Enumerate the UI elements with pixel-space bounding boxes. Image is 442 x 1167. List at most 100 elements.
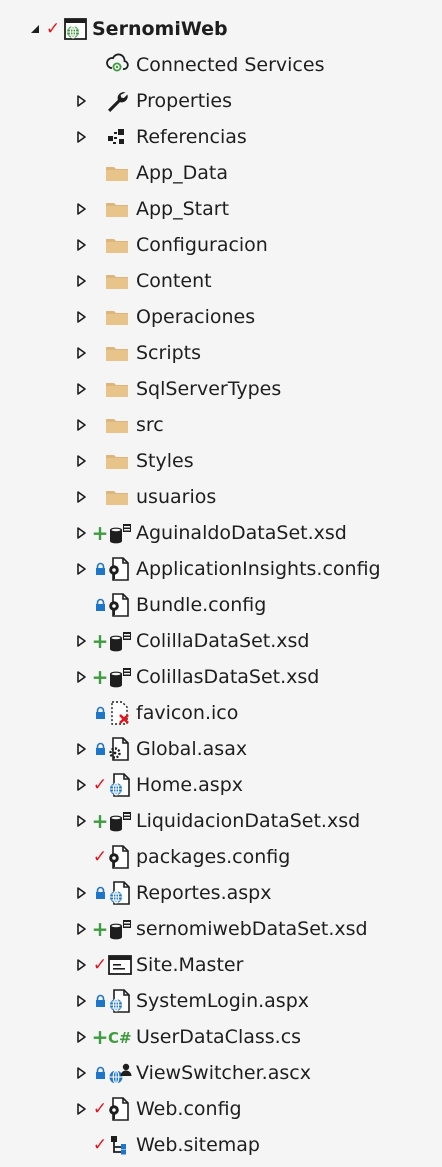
expand-arrow-icon[interactable] — [74, 919, 88, 939]
expand-arrow-icon[interactable] — [74, 271, 88, 291]
tree-item-label: ColillasDataSet.xsd — [136, 666, 320, 688]
collapse-arrow-icon[interactable] — [28, 19, 42, 39]
missing-file-icon — [107, 700, 133, 726]
tree-item-web-config[interactable]: ✓ Web.config — [0, 1091, 442, 1127]
expand-arrow-icon[interactable] — [74, 199, 88, 219]
tree-item-systemlogin-aspx[interactable]: SystemLogin.aspx — [0, 983, 442, 1019]
tree-item-label: usuarios — [136, 486, 217, 508]
web-project-icon — [62, 16, 88, 42]
web-page-icon — [107, 772, 133, 798]
expand-arrow-icon[interactable] — [74, 991, 88, 1011]
tree-item-label: SqlServerTypes — [136, 378, 282, 400]
tree-item-aguinaldodataset-xsd[interactable]: + AguinaldoDataSet.xsd — [0, 515, 442, 551]
expand-arrow-icon[interactable] — [74, 667, 88, 687]
tree-item-usuarios[interactable]: usuarios — [0, 479, 442, 515]
tree-item-home-aspx[interactable]: ✓ Home.aspx — [0, 767, 442, 803]
tree-item-label: Web.config — [136, 1098, 242, 1120]
tree-item-operaciones[interactable]: Operaciones — [0, 299, 442, 335]
expand-arrow-icon[interactable] — [74, 379, 88, 399]
tree-item-app-start[interactable]: App_Start — [0, 191, 442, 227]
pending-add-plus-icon: + — [91, 809, 109, 833]
tree-item-userdataclass-cs[interactable]: + C# UserDataClass.cs — [0, 1019, 442, 1055]
web-page-icon — [107, 880, 133, 906]
pending-edit-check-icon: ✓ — [45, 18, 61, 39]
expand-arrow-icon[interactable] — [74, 523, 88, 543]
wrench-icon — [104, 88, 130, 114]
tree-item-reportes-aspx[interactable]: Reportes.aspx — [0, 875, 442, 911]
config-file-icon — [107, 1096, 133, 1122]
expand-arrow-icon[interactable] — [74, 235, 88, 255]
tree-item-label: Reportes.aspx — [136, 882, 272, 904]
tree-item-label: ViewSwitcher.ascx — [136, 1062, 311, 1084]
pending-edit-check-icon: ✓ — [92, 1134, 108, 1155]
expand-arrow-icon[interactable] — [74, 1027, 88, 1047]
dataset-icon — [107, 808, 133, 834]
tree-item-label: Web.sitemap — [136, 1134, 260, 1156]
tree-item-connected-services[interactable]: Connected Services — [0, 47, 442, 83]
expand-arrow-icon[interactable] — [74, 811, 88, 831]
tree-item-configuracion[interactable]: Configuracion — [0, 227, 442, 263]
tree-item-label: Bundle.config — [136, 594, 267, 616]
tree-item-root-project[interactable]: ✓ SernomiWeb — [0, 11, 442, 47]
tree-item-referencias[interactable]: Referencias — [0, 119, 442, 155]
solution-explorer-tree: ✓ SernomiWeb Connected Services Properties R… — [0, 0, 442, 1167]
tree-item-app-data[interactable]: App_Data — [0, 155, 442, 191]
pending-edit-check-icon: ✓ — [92, 774, 108, 795]
expand-arrow-icon[interactable] — [74, 883, 88, 903]
tree-item-global-asax[interactable]: Global.asax — [0, 731, 442, 767]
expand-arrow-icon[interactable] — [74, 127, 88, 147]
expand-arrow-icon[interactable] — [74, 1099, 88, 1119]
expand-arrow-icon[interactable] — [74, 775, 88, 795]
project-name-label: SernomiWeb — [92, 18, 228, 40]
config-file-icon — [107, 556, 133, 582]
tree-item-bundle-config[interactable]: Bundle.config — [0, 587, 442, 623]
connected-services-icon — [104, 52, 130, 78]
tree-item-site-master[interactable]: ✓ Site.Master — [0, 947, 442, 983]
expand-arrow-icon[interactable] — [74, 415, 88, 435]
tree-item-label: Scripts — [136, 342, 202, 364]
checked-in-lock-icon — [92, 881, 108, 905]
tree-item-properties[interactable]: Properties — [0, 83, 442, 119]
tree-item-viewswitcher-ascx[interactable]: ViewSwitcher.ascx — [0, 1055, 442, 1091]
pending-edit-check-icon: ✓ — [92, 846, 108, 867]
tree-item-web-sitemap[interactable]: ✓ Web.sitemap — [0, 1127, 442, 1163]
folder-icon — [104, 232, 130, 258]
tree-item-label: Styles — [136, 450, 194, 472]
folder-icon — [104, 448, 130, 474]
tree-item-favicon-ico[interactable]: favicon.ico — [0, 695, 442, 731]
expand-arrow-icon[interactable] — [74, 739, 88, 759]
expand-arrow-icon[interactable] — [74, 631, 88, 651]
folder-icon — [104, 304, 130, 330]
tree-item-sqlservertypes[interactable]: SqlServerTypes — [0, 371, 442, 407]
expand-arrow-icon[interactable] — [74, 1063, 88, 1083]
dataset-icon — [107, 664, 133, 690]
tree-item-applicationinsights-config[interactable]: ApplicationInsights.config — [0, 551, 442, 587]
expand-arrow-icon[interactable] — [74, 559, 88, 579]
tree-item-src[interactable]: src — [0, 407, 442, 443]
asax-file-icon — [107, 736, 133, 762]
expand-arrow-icon[interactable] — [74, 955, 88, 975]
expand-arrow-icon[interactable] — [74, 307, 88, 327]
expand-arrow-icon[interactable] — [74, 451, 88, 471]
tree-item-sernomiwebdataset-xsd[interactable]: + sernomiwebDataSet.xsd — [0, 911, 442, 947]
tree-item-label: Content — [136, 270, 212, 292]
tree-item-scripts[interactable]: Scripts — [0, 335, 442, 371]
tree-item-liquidaciondataset-xsd[interactable]: + LiquidacionDataSet.xsd — [0, 803, 442, 839]
web-page-icon — [107, 988, 133, 1014]
expand-arrow-icon[interactable] — [74, 343, 88, 363]
tree-item-colilladataset-xsd[interactable]: + ColillaDataSet.xsd — [0, 623, 442, 659]
expand-arrow-icon[interactable] — [74, 487, 88, 507]
tree-item-styles[interactable]: Styles — [0, 443, 442, 479]
expand-arrow-icon[interactable] — [74, 91, 88, 111]
checked-in-lock-icon — [92, 989, 108, 1013]
tree-item-content[interactable]: Content — [0, 263, 442, 299]
tree-item-packages-config[interactable]: ✓ packages.config — [0, 839, 442, 875]
dataset-icon — [107, 916, 133, 942]
checked-in-lock-icon — [92, 557, 108, 581]
tree-item-label: ColillaDataSet.xsd — [136, 630, 310, 652]
checked-in-lock-icon — [92, 1061, 108, 1085]
tree-item-label: SystemLogin.aspx — [136, 990, 309, 1012]
tree-item-colillasdataset-xsd[interactable]: + ColillasDataSet.xsd — [0, 659, 442, 695]
pending-add-plus-icon: + — [91, 629, 109, 653]
pending-add-plus-icon: + — [91, 665, 109, 689]
